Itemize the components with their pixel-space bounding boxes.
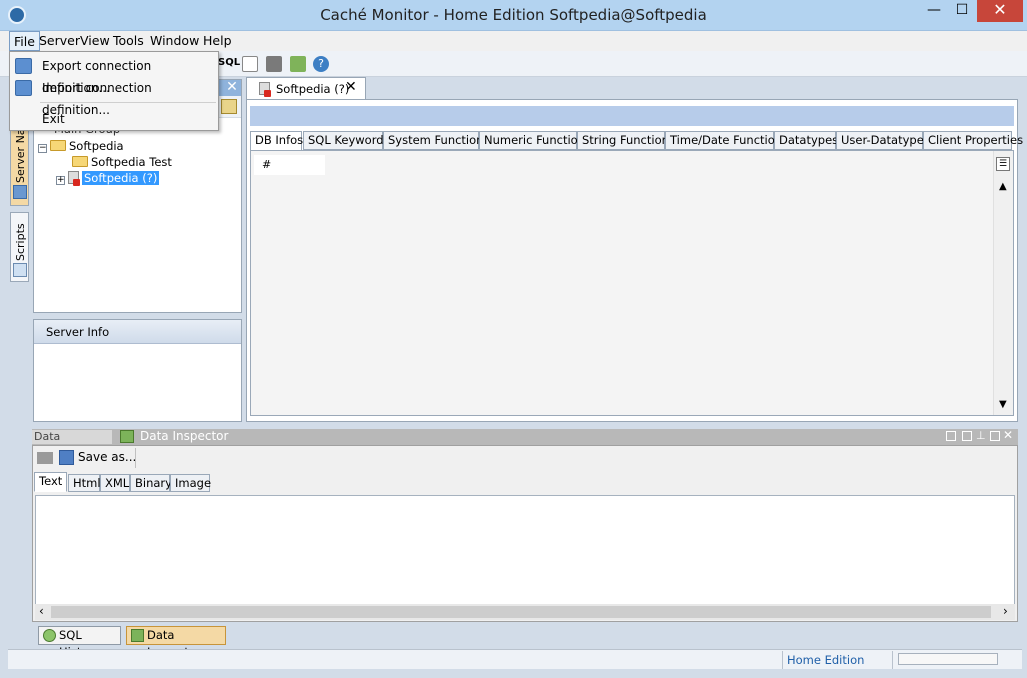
server-error-icon xyxy=(259,82,271,97)
tab-image[interactable]: Image xyxy=(170,474,211,492)
tab-html[interactable]: Html xyxy=(68,474,101,492)
inspector-text-area[interactable] xyxy=(35,495,1015,606)
menu-separator xyxy=(40,102,216,103)
menu-item-export[interactable]: Export connection definition... xyxy=(10,55,218,95)
menu-item-exit[interactable]: Exit xyxy=(10,108,218,130)
database-icon[interactable] xyxy=(266,56,282,72)
scroll-right-icon[interactable]: › xyxy=(1003,604,1008,618)
close-button[interactable]: ✕ xyxy=(977,0,1023,22)
tree-node-softpedia-test[interactable]: Softpedia Test xyxy=(72,154,172,170)
open-folder-icon[interactable] xyxy=(37,452,53,464)
editor-header-stripe xyxy=(250,106,1014,126)
save-as-button[interactable]: Save as... xyxy=(78,450,136,464)
tab-scripts[interactable]: Scripts xyxy=(10,212,29,282)
side-tab-strip: Server Na Scripts xyxy=(8,108,30,298)
tree-node-softpedia[interactable]: − Softpedia xyxy=(38,138,124,154)
tab-time-date-functions[interactable]: Time/Date Functions xyxy=(665,131,788,150)
toolbar-separator xyxy=(135,448,136,468)
save-icon[interactable] xyxy=(59,450,74,465)
tree-node-label: Softpedia xyxy=(69,139,124,153)
status-separator xyxy=(892,651,893,669)
data-inspector-tab-inactive[interactable]: Data Inspector xyxy=(32,430,112,456)
tab-string-functions[interactable]: String Functions xyxy=(577,131,675,150)
folder-open-icon xyxy=(50,140,66,151)
data-inspector-header: Data Inspector Data Inspector ⊥ ✕ xyxy=(32,428,1018,456)
tab-text[interactable]: Text xyxy=(34,472,67,492)
vertical-scrollbar[interactable]: ☰ ▲ ▼ xyxy=(993,151,1013,415)
collapse-icon[interactable]: − xyxy=(38,144,47,153)
maximize-icon[interactable] xyxy=(962,431,972,441)
title-bar: Caché Monitor - Home Edition Softpedia@S… xyxy=(0,0,1027,31)
navigator-icon xyxy=(13,185,27,199)
server-error-icon xyxy=(68,171,80,186)
minimize-button[interactable]: — xyxy=(920,0,948,22)
tab-sql-keywords[interactable]: SQL Keywords xyxy=(303,131,390,150)
file-menu-dropdown: Export connection definition... Import c… xyxy=(9,51,219,131)
export-icon xyxy=(15,58,32,74)
tab-client-properties[interactable]: Client Properties xyxy=(923,131,1023,150)
close-icon[interactable]: ✕ xyxy=(224,80,240,96)
server-info-title: Server Info xyxy=(46,325,110,339)
sql-history-button[interactable]: SQL History xyxy=(38,626,121,659)
script-icon xyxy=(13,263,27,277)
tree-node-label: Softpedia Test xyxy=(91,155,172,169)
compass-icon[interactable] xyxy=(242,56,258,72)
folder-icon xyxy=(72,156,88,167)
grid-column-header[interactable]: # xyxy=(254,155,325,175)
tab-scripts-label: Scripts xyxy=(14,223,27,261)
tab-db-infos[interactable]: DB Infos xyxy=(250,131,303,151)
db-infos-grid: # ☰ ▲ ▼ xyxy=(250,150,1014,416)
menu-item-import[interactable]: Import connection definition... xyxy=(10,77,218,117)
db-info-tabs: DB Infos SQL Keywords System Functions N… xyxy=(250,131,1023,151)
tab-numeric-functions[interactable]: Numeric Functions xyxy=(479,131,591,150)
close-tab-icon[interactable]: ✕ xyxy=(345,79,357,95)
inspector-icon xyxy=(120,430,134,443)
scroll-up-icon[interactable]: ▲ xyxy=(999,181,1007,192)
tab-user-datatypes[interactable]: User-Datatypes xyxy=(836,131,930,150)
horizontal-scrollbar[interactable]: ‹ › xyxy=(35,604,1015,620)
tree-node-softpedia-server[interactable]: + Softpedia (?) xyxy=(56,170,160,186)
sql-button[interactable]: SQL xyxy=(218,57,240,68)
editor-panel: DB Infos SQL Keywords System Functions N… xyxy=(246,99,1023,422)
menu-tools[interactable]: Tools xyxy=(109,31,148,51)
expand-icon[interactable]: + xyxy=(56,176,65,185)
status-bar: Home Edition xyxy=(8,649,1022,669)
data-inspector-button[interactable]: Data Inspector xyxy=(126,626,226,659)
window-title: Caché Monitor - Home Edition Softpedia@S… xyxy=(320,6,707,24)
inspector-icon xyxy=(131,629,144,642)
tab-datatypes[interactable]: Datatypes xyxy=(774,131,838,150)
server-info-header: Server Info xyxy=(34,320,241,344)
history-icon xyxy=(43,629,56,642)
close-icon[interactable]: ✕ xyxy=(1003,428,1013,442)
maximize-button[interactable]: ☐ xyxy=(948,0,976,22)
import-icon xyxy=(15,80,32,96)
tab-binary[interactable]: Binary xyxy=(130,474,172,492)
menu-bar: File Server View Tools Window Help xyxy=(0,31,1027,51)
status-separator xyxy=(782,651,783,669)
edit-icon[interactable] xyxy=(221,99,237,114)
editor-tab-label: Softpedia (?) xyxy=(276,82,350,96)
server-info-panel: Server Info xyxy=(33,319,242,422)
data-inspector-tab-active[interactable]: Data Inspector xyxy=(140,429,228,443)
edition-label: Home Edition xyxy=(787,653,865,667)
editor-tab-softpedia[interactable]: Softpedia (?) ✕ xyxy=(246,77,366,100)
scroll-left-icon[interactable]: ‹ xyxy=(39,604,44,618)
scroll-thumb[interactable] xyxy=(51,606,991,618)
progress-bar xyxy=(898,653,998,665)
restore-icon[interactable] xyxy=(946,431,956,441)
grid-options-icon[interactable]: ☰ xyxy=(996,157,1010,171)
tab-system-functions[interactable]: System Functions xyxy=(383,131,489,150)
help-icon[interactable]: ? xyxy=(313,56,329,72)
menu-window[interactable]: Window xyxy=(146,31,203,51)
float-icon[interactable] xyxy=(990,431,1000,441)
home-icon[interactable] xyxy=(290,56,306,72)
pin-icon[interactable]: ⊥ xyxy=(976,429,986,442)
data-inspector-panel: Save as... Text Html XML Binary Image ‹ … xyxy=(32,445,1018,622)
scroll-down-icon[interactable]: ▼ xyxy=(999,399,1007,410)
tree-node-label: Softpedia (?) xyxy=(82,171,160,185)
tab-xml[interactable]: XML xyxy=(100,474,130,492)
menu-help[interactable]: Help xyxy=(199,31,236,51)
